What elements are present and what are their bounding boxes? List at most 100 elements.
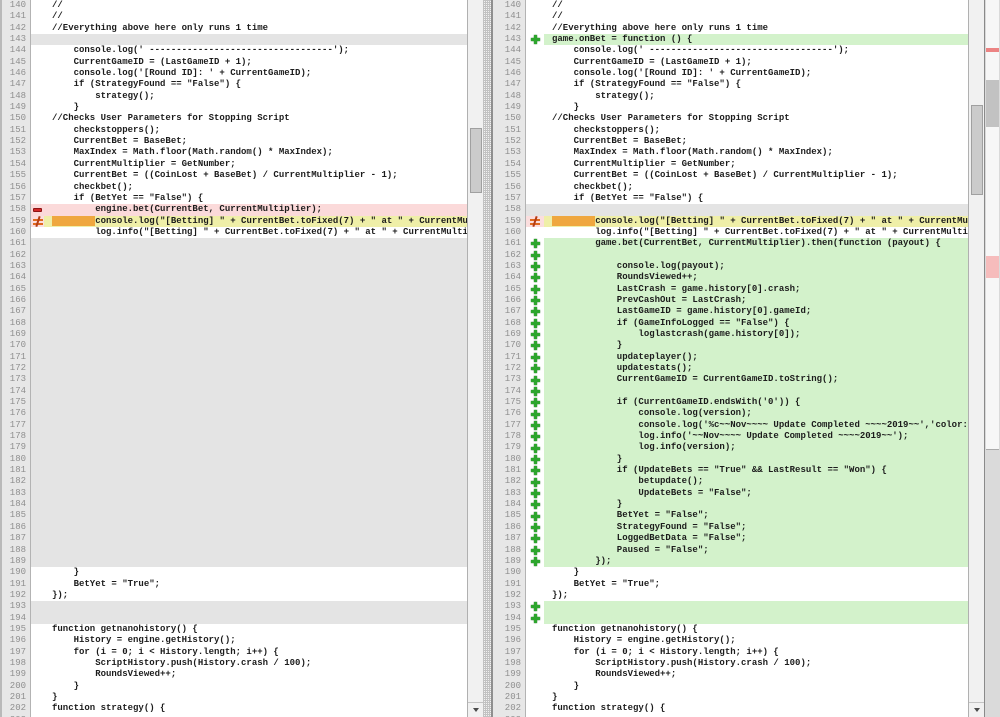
- code-line[interactable]: 141//: [2, 11, 467, 22]
- code-line[interactable]: 185 BetYet = "False";: [493, 510, 968, 521]
- code-line[interactable]: 164: [2, 272, 467, 283]
- code-line[interactable]: 175: [2, 397, 467, 408]
- code-line[interactable]: 193: [493, 601, 968, 612]
- code-line[interactable]: 161 game.bet(CurrentBet, CurrentMultipli…: [493, 238, 968, 249]
- code-line[interactable]: 201}: [2, 692, 467, 703]
- code-line[interactable]: 150//Checks User Parameters for Stopping…: [2, 113, 467, 124]
- code-line[interactable]: 154 CurrentMultiplier = GetNumber;: [493, 159, 968, 170]
- code-line[interactable]: 170 }: [493, 340, 968, 351]
- code-line[interactable]: 145 CurrentGameID = (LastGameID + 1);: [493, 57, 968, 68]
- code-line[interactable]: 186: [2, 522, 467, 533]
- code-line[interactable]: 140//: [493, 0, 968, 11]
- code-line[interactable]: 164 RoundsViewed++;: [493, 272, 968, 283]
- code-line[interactable]: 157 if (BetYet == "False") {: [493, 193, 968, 204]
- right-scroll-down-button[interactable]: [969, 702, 984, 717]
- code-line[interactable]: 191 BetYet = "True";: [493, 579, 968, 590]
- code-line[interactable]: 188: [2, 545, 467, 556]
- code-line[interactable]: 181: [2, 465, 467, 476]
- code-line[interactable]: 186 StrategyFound = "False";: [493, 522, 968, 533]
- code-line[interactable]: 173: [2, 374, 467, 385]
- right-scrollbar-thumb[interactable]: [971, 105, 983, 195]
- code-line[interactable]: 148 strategy();: [2, 91, 467, 102]
- code-line[interactable]: 187: [2, 533, 467, 544]
- code-line[interactable]: 175 if (CurrentGameID.endsWith('0')) {: [493, 397, 968, 408]
- code-line[interactable]: 162: [493, 250, 968, 261]
- code-line[interactable]: 202function strategy() {: [2, 703, 467, 714]
- code-line[interactable]: 198 ScriptHistory.push(History.crash / 1…: [493, 658, 968, 669]
- code-line[interactable]: 200 }: [2, 681, 467, 692]
- code-line[interactable]: 182: [2, 476, 467, 487]
- code-line[interactable]: 181 if (UpdateBets == "True" && LastResu…: [493, 465, 968, 476]
- code-line[interactable]: 161: [2, 238, 467, 249]
- code-line[interactable]: 151 checkstoppers();: [2, 125, 467, 136]
- code-line[interactable]: 195function getnanohistory() {: [493, 624, 968, 635]
- code-line[interactable]: 188 Paused = "False";: [493, 545, 968, 556]
- code-line[interactable]: 179: [2, 442, 467, 453]
- code-line[interactable]: 142//Everything above here only runs 1 t…: [493, 23, 968, 34]
- code-line[interactable]: 172: [2, 363, 467, 374]
- code-line[interactable]: 172 updatestats();: [493, 363, 968, 374]
- code-line[interactable]: 151 checkstoppers();: [493, 125, 968, 136]
- code-line[interactable]: 169: [2, 329, 467, 340]
- code-line[interactable]: 141//: [493, 11, 968, 22]
- code-line[interactable]: 192});: [2, 590, 467, 601]
- code-line[interactable]: 156 checkbet();: [2, 182, 467, 193]
- code-line[interactable]: 178: [2, 431, 467, 442]
- code-line[interactable]: 159 console.log("[Betting] " + CurrentBe…: [2, 216, 467, 227]
- code-line[interactable]: 190 }: [2, 567, 467, 578]
- code-line[interactable]: 190 }: [493, 567, 968, 578]
- code-line[interactable]: 183 UpdateBets = "False";: [493, 488, 968, 499]
- code-line[interactable]: 187 LoggedBetData = "False";: [493, 533, 968, 544]
- code-line[interactable]: 198 ScriptHistory.push(History.crash / 1…: [2, 658, 467, 669]
- code-line[interactable]: 177 console.log('%c~~Nov~~~~ Update Comp…: [493, 420, 968, 431]
- code-line[interactable]: 202function strategy() {: [493, 703, 968, 714]
- code-line[interactable]: 163 console.log(payout);: [493, 261, 968, 272]
- code-line[interactable]: 178 log.info('~~Nov~~~~ Update Completed…: [493, 431, 968, 442]
- code-line[interactable]: 148 strategy();: [493, 91, 968, 102]
- code-line[interactable]: 146 console.log('[Round ID]: ' + Current…: [493, 68, 968, 79]
- code-line[interactable]: 173 CurrentGameID = CurrentGameID.toStri…: [493, 374, 968, 385]
- code-line[interactable]: 191 BetYet = "True";: [2, 579, 467, 590]
- code-line[interactable]: 150//Checks User Parameters for Stopping…: [493, 113, 968, 124]
- right-vertical-scrollbar[interactable]: [968, 0, 984, 717]
- code-line[interactable]: 147 if (StrategyFound == "False") {: [493, 79, 968, 90]
- code-line[interactable]: 183: [2, 488, 467, 499]
- code-line[interactable]: 200 }: [493, 681, 968, 692]
- code-line[interactable]: 180 }: [493, 454, 968, 465]
- diff-location-overview-bar[interactable]: [984, 0, 1000, 717]
- code-line[interactable]: 152 CurrentBet = BaseBet;: [2, 136, 467, 147]
- code-line[interactable]: 156 checkbet();: [493, 182, 968, 193]
- pane-splitter[interactable]: [483, 0, 492, 717]
- code-line[interactable]: 149 }: [493, 102, 968, 113]
- code-line[interactable]: 145 CurrentGameID = (LastGameID + 1);: [2, 57, 467, 68]
- code-line[interactable]: 182 betupdate();: [493, 476, 968, 487]
- code-line[interactable]: 152 CurrentBet = BaseBet;: [493, 136, 968, 147]
- code-line[interactable]: 179 log.info(version);: [493, 442, 968, 453]
- code-line[interactable]: 171: [2, 352, 467, 363]
- code-line[interactable]: 153 MaxIndex = Math.floor(Math.random() …: [2, 147, 467, 158]
- code-line[interactable]: 166 PrevCashOut = LastCrash;: [493, 295, 968, 306]
- code-line[interactable]: 165: [2, 284, 467, 295]
- code-line[interactable]: 158 engine.bet(CurrentBet, CurrentMultip…: [2, 204, 467, 215]
- code-line[interactable]: 154 CurrentMultiplier = GetNumber;: [2, 159, 467, 170]
- code-line[interactable]: 167 LastGameID = game.history[0].gameId;: [493, 306, 968, 317]
- code-line[interactable]: 143: [2, 34, 467, 45]
- code-line[interactable]: 180: [2, 454, 467, 465]
- code-line[interactable]: 189: [2, 556, 467, 567]
- code-line[interactable]: 176: [2, 408, 467, 419]
- code-line[interactable]: 169 loglastcrash(game.history[0]);: [493, 329, 968, 340]
- code-line[interactable]: 166: [2, 295, 467, 306]
- code-line[interactable]: 193: [2, 601, 467, 612]
- code-line[interactable]: 165 LastCrash = game.history[0].crash;: [493, 284, 968, 295]
- code-line[interactable]: 194: [2, 613, 467, 624]
- code-line[interactable]: 171 updateplayer();: [493, 352, 968, 363]
- code-line[interactable]: 196 History = engine.getHistory();: [2, 635, 467, 646]
- code-line[interactable]: 199 RoundsViewed++;: [2, 669, 467, 680]
- code-line[interactable]: 149 }: [2, 102, 467, 113]
- code-line[interactable]: 184 }: [493, 499, 968, 510]
- code-line[interactable]: 197 for (i = 0; i < History.length; i++)…: [2, 647, 467, 658]
- code-line[interactable]: 157 if (BetYet == "False") {: [2, 193, 467, 204]
- code-line[interactable]: 174: [493, 386, 968, 397]
- code-line[interactable]: 159 console.log("[Betting] " + CurrentBe…: [493, 216, 968, 227]
- left-scroll-down-button[interactable]: [468, 702, 483, 717]
